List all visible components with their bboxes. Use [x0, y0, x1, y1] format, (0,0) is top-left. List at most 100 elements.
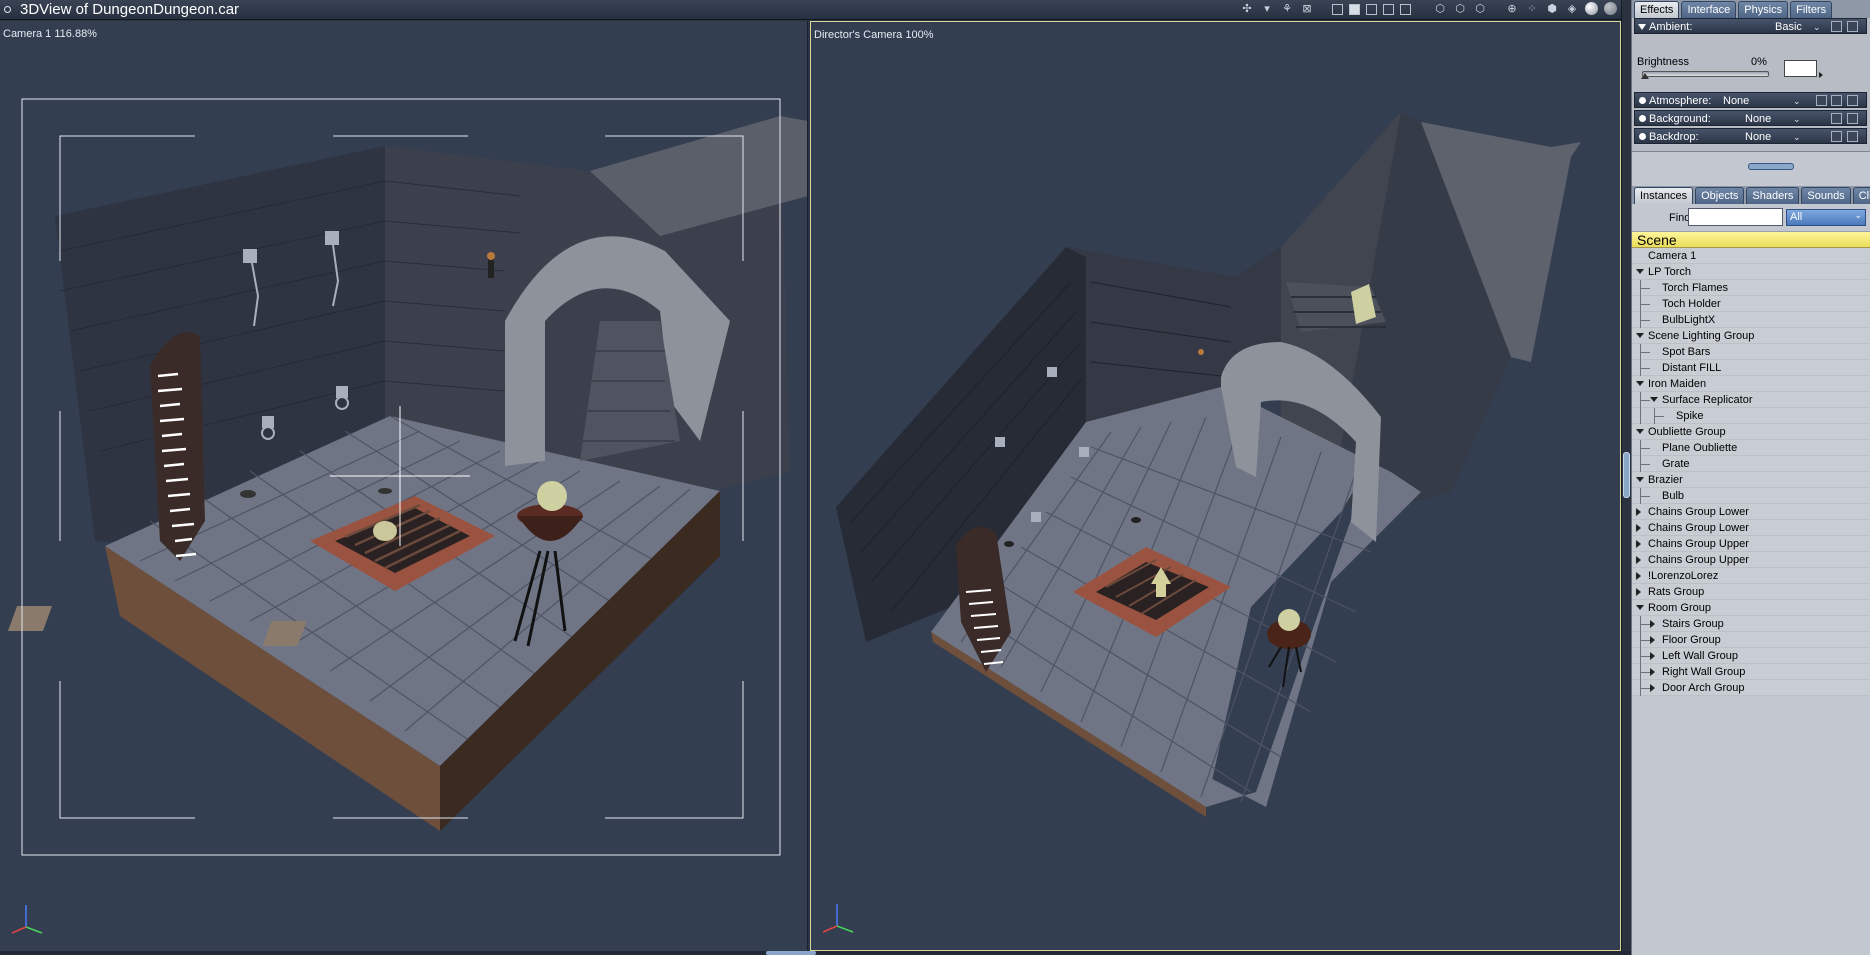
- chevron-down-icon[interactable]: ⌄: [1813, 19, 1821, 35]
- filter-select[interactable]: All ⌄: [1786, 209, 1866, 226]
- expanded-arrow-icon[interactable]: [1636, 333, 1644, 338]
- atmosphere-value[interactable]: None: [1723, 93, 1749, 109]
- collapsed-arrow-icon[interactable]: [1636, 588, 1641, 596]
- tree-item[interactable]: Stairs Group: [1632, 616, 1870, 632]
- tree-item[interactable]: BulbLightX: [1632, 312, 1870, 328]
- tab-sounds[interactable]: Sounds: [1801, 187, 1851, 204]
- swatch-arrow-icon[interactable]: [1819, 72, 1823, 78]
- collapsed-arrow-icon[interactable]: [1636, 508, 1641, 516]
- bottom-splitter[interactable]: [0, 951, 1631, 955]
- collapsed-arrow-icon[interactable]: [1650, 620, 1655, 628]
- edit-icon[interactable]: [1831, 131, 1842, 142]
- tree-item[interactable]: Room Group: [1632, 600, 1870, 616]
- tree-item[interactable]: Door Arch Group: [1632, 680, 1870, 696]
- collapsed-arrow-icon[interactable]: [1636, 524, 1641, 532]
- chevron-down-icon[interactable]: ⌄: [1793, 93, 1801, 109]
- edit-icon[interactable]: [1831, 21, 1842, 32]
- backdrop-value[interactable]: None: [1745, 129, 1771, 145]
- viewport-camera-1[interactable]: Camera 1 116.88%: [0, 21, 808, 951]
- expanded-arrow-icon[interactable]: [1636, 477, 1644, 482]
- brightness-slider-knob[interactable]: [1641, 73, 1649, 79]
- tree-item[interactable]: Right Wall Group: [1632, 664, 1870, 680]
- light-icon[interactable]: ▾: [1260, 2, 1274, 16]
- collapsed-arrow-icon[interactable]: [1636, 572, 1641, 580]
- expanded-arrow-icon[interactable]: [1636, 605, 1644, 610]
- toggle-icon[interactable]: [1639, 97, 1646, 104]
- tab-objects[interactable]: Objects: [1695, 187, 1745, 204]
- find-input[interactable]: [1688, 208, 1783, 226]
- layout-triple-icon[interactable]: [1366, 4, 1377, 15]
- tab-physics[interactable]: Physics: [1738, 1, 1789, 18]
- tree-item[interactable]: Plane Oubliette: [1632, 440, 1870, 456]
- ambient-color-swatch[interactable]: [1784, 60, 1817, 77]
- save-icon[interactable]: [1847, 95, 1858, 106]
- render2-icon[interactable]: ⬡: [1453, 2, 1467, 16]
- tree-item[interactable]: Spot Bars: [1632, 344, 1870, 360]
- save-icon[interactable]: [1847, 113, 1858, 124]
- tree-item[interactable]: Chains Group Lower: [1632, 520, 1870, 536]
- panel-splitter-handle[interactable]: [1748, 163, 1794, 170]
- collapsed-arrow-icon[interactable]: [1650, 668, 1655, 676]
- tree-item[interactable]: Left Wall Group: [1632, 648, 1870, 664]
- tab-shaders[interactable]: Shaders: [1746, 187, 1800, 204]
- collapsed-arrow-icon[interactable]: [1636, 556, 1641, 564]
- tree-item[interactable]: Grate: [1632, 456, 1870, 472]
- viewport-directors-camera[interactable]: Director's Camera 100%: [810, 21, 1621, 951]
- tree-item[interactable]: Toch Holder: [1632, 296, 1870, 312]
- save-icon[interactable]: [1847, 21, 1858, 32]
- sphere-icon[interactable]: ◈: [1565, 2, 1579, 16]
- collapsed-arrow-icon[interactable]: [1650, 684, 1655, 692]
- tree-item[interactable]: Camera 1: [1632, 248, 1870, 264]
- render3-icon[interactable]: ⬡: [1473, 2, 1487, 16]
- tree-item[interactable]: Surface Replicator: [1632, 392, 1870, 408]
- scene-icon[interactable]: ⚘: [1280, 2, 1294, 16]
- tree-item[interactable]: Scene Lighting Group: [1632, 328, 1870, 344]
- sphere-light-icon[interactable]: [1585, 2, 1598, 15]
- bottom-splitter-handle[interactable]: [766, 951, 816, 955]
- tree-item[interactable]: Chains Group Upper: [1632, 536, 1870, 552]
- tab-interface[interactable]: Interface: [1681, 1, 1737, 18]
- toggle-icon[interactable]: [1639, 115, 1646, 122]
- cube-icon[interactable]: ⬢: [1545, 2, 1559, 16]
- tree-item[interactable]: Chains Group Upper: [1632, 552, 1870, 568]
- tab-effects[interactable]: Effects: [1634, 1, 1680, 18]
- ambient-value[interactable]: Basic: [1775, 19, 1802, 35]
- chevron-down-icon[interactable]: ⌄: [1793, 129, 1801, 145]
- collapsed-arrow-icon[interactable]: [1650, 636, 1655, 644]
- tree-item[interactable]: Chains Group Lower: [1632, 504, 1870, 520]
- panel-splitter[interactable]: [1632, 152, 1870, 186]
- tree-item[interactable]: Spike: [1632, 408, 1870, 424]
- toggle-icon[interactable]: [1639, 133, 1646, 140]
- expanded-arrow-icon[interactable]: [1636, 269, 1644, 274]
- sphere-dim-icon[interactable]: [1604, 2, 1617, 15]
- edit-icon[interactable]: [1831, 95, 1842, 106]
- layout-double-icon[interactable]: [1349, 4, 1360, 15]
- tree-item[interactable]: Floor Group: [1632, 632, 1870, 648]
- tab-filters[interactable]: Filters: [1790, 1, 1833, 18]
- tree-item[interactable]: LP Torch: [1632, 264, 1870, 280]
- backdrop-row[interactable]: Backdrop: None ⌄: [1634, 128, 1867, 144]
- layout-four-icon[interactable]: [1400, 4, 1411, 15]
- settings-icon[interactable]: [1816, 95, 1827, 106]
- background-value[interactable]: None: [1745, 111, 1771, 127]
- collapsed-arrow-icon[interactable]: [1650, 652, 1655, 660]
- vertical-splitter[interactable]: [1621, 0, 1631, 955]
- layout-single-icon[interactable]: [1332, 4, 1343, 15]
- expanded-arrow-icon[interactable]: [1636, 381, 1644, 386]
- brightness-slider[interactable]: [1642, 71, 1769, 77]
- camera-tools-icon[interactable]: ✣: [1240, 2, 1254, 16]
- chevron-down-icon[interactable]: ⌄: [1793, 111, 1801, 127]
- tree-item[interactable]: Bulb: [1632, 488, 1870, 504]
- tree-item[interactable]: Brazier: [1632, 472, 1870, 488]
- expanded-arrow-icon[interactable]: [1650, 397, 1658, 402]
- background-row[interactable]: Background: None ⌄: [1634, 110, 1867, 126]
- render-icon[interactable]: ⬡: [1433, 2, 1447, 16]
- tree-item[interactable]: Distant FILL: [1632, 360, 1870, 376]
- tab-clips[interactable]: Clips: [1852, 187, 1870, 204]
- tree-item[interactable]: Torch Flames: [1632, 280, 1870, 296]
- tree-item[interactable]: Iron Maiden: [1632, 376, 1870, 392]
- splitter-handle[interactable]: [1623, 452, 1630, 498]
- tree-item[interactable]: !LorenzoLorez: [1632, 568, 1870, 584]
- tree-header-scene[interactable]: Scene: [1632, 232, 1870, 248]
- tree-item[interactable]: Rats Group: [1632, 584, 1870, 600]
